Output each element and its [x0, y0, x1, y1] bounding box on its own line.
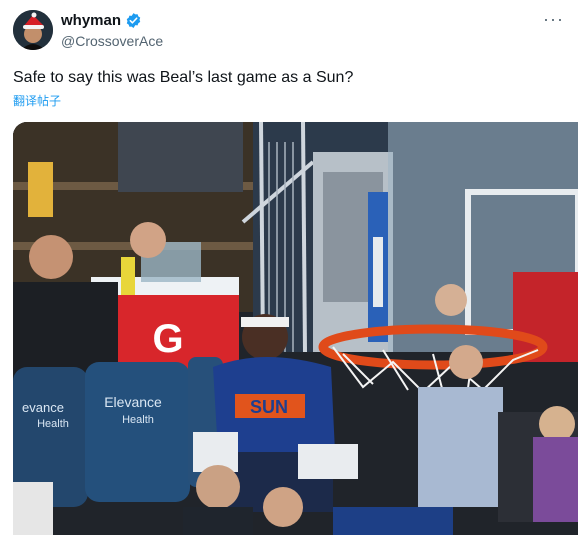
- seat-logo-line1: Elevance: [104, 394, 162, 410]
- courtside-photo: G Elevance Health evance Health SUN: [13, 122, 578, 535]
- avatar-image: [13, 10, 53, 50]
- seat-left-logo-line2: Health: [37, 418, 69, 430]
- cooler-logo: G: [152, 317, 183, 361]
- verified-badge-icon[interactable]: [125, 12, 142, 29]
- seat-logo-line2: Health: [122, 414, 154, 426]
- seat-left-logo-line1: evance: [22, 400, 64, 415]
- jersey-text: SUN: [250, 397, 288, 417]
- avatar[interactable]: [13, 10, 53, 50]
- translate-post-link[interactable]: 翻译帖子: [13, 92, 61, 109]
- author-handle[interactable]: @CrossoverAce: [61, 32, 163, 51]
- tweet-media-photo[interactable]: G Elevance Health evance Health SUN: [13, 122, 578, 535]
- author-display-name[interactable]: whyman: [61, 11, 121, 30]
- author-info: whyman @CrossoverAce: [61, 11, 163, 51]
- tweet-text: Safe to say this was Beal’s last game as…: [13, 69, 354, 86]
- more-options-icon[interactable]: ···: [543, 10, 564, 28]
